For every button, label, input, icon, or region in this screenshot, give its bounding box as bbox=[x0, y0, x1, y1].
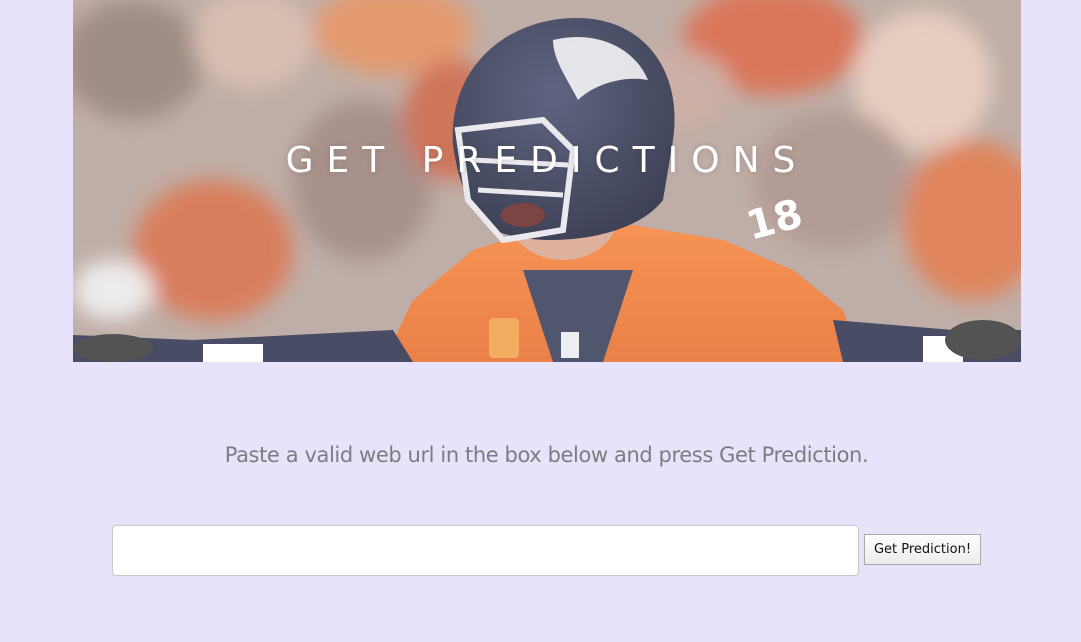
hero-banner: 18 GET PREDICTIONS bbox=[73, 0, 1021, 362]
page: 18 GET PREDICTIONS Paste a valid web url… bbox=[0, 0, 1081, 642]
url-input[interactable] bbox=[112, 525, 859, 576]
get-prediction-button[interactable]: Get Prediction! bbox=[864, 534, 981, 565]
instructions-text: Paste a valid web url in the box below a… bbox=[224, 443, 869, 467]
hero-title: GET PREDICTIONS bbox=[285, 140, 809, 181]
football-player-photo: 18 bbox=[73, 0, 1021, 362]
